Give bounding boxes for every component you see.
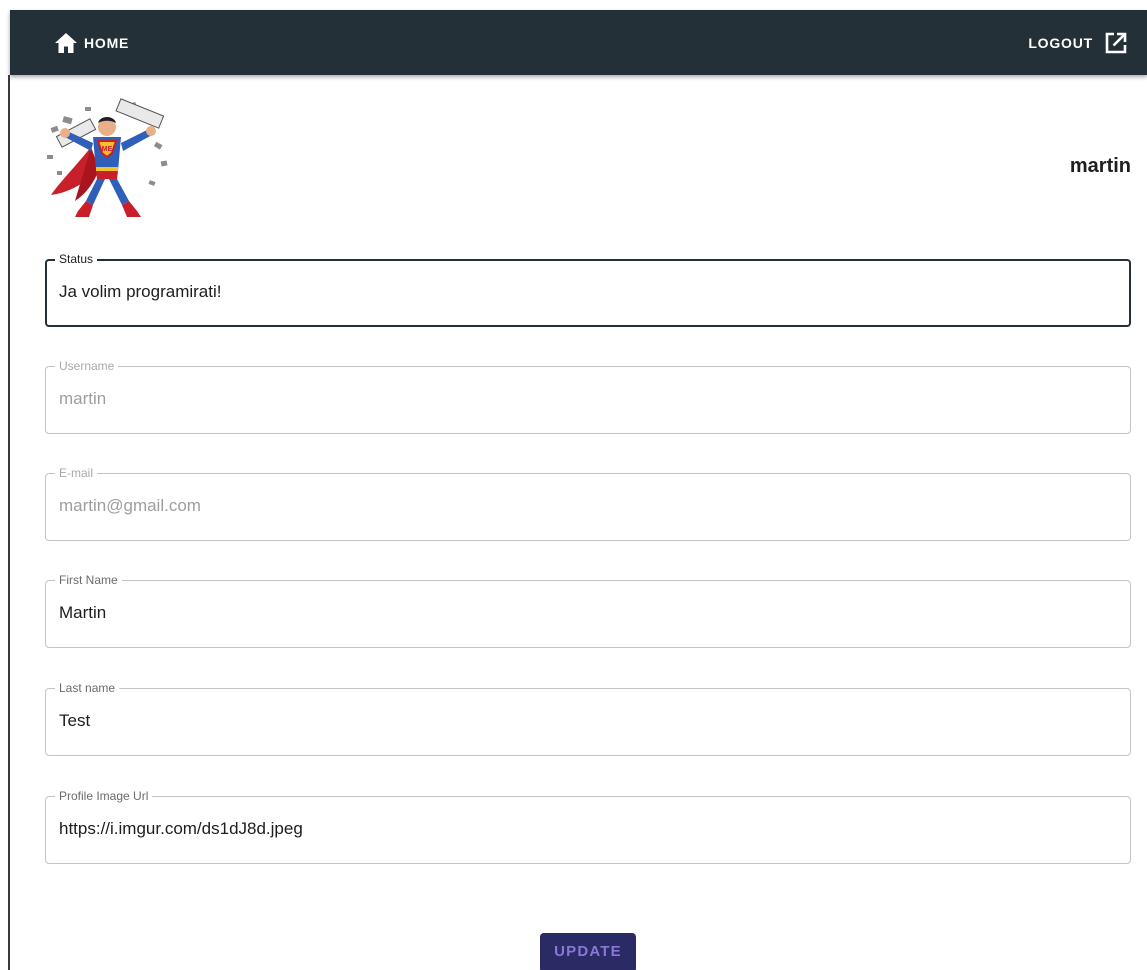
svg-text:ME: ME bbox=[102, 146, 113, 153]
profile-page: HOME LOGOUT ME martin Status Ja volim pr… bbox=[0, 0, 1147, 970]
update-button-label: UPDATE bbox=[554, 943, 622, 960]
home-icon bbox=[54, 32, 78, 54]
last-name-input[interactable]: Test bbox=[59, 711, 90, 731]
status-field[interactable]: Status Ja volim programirati! bbox=[45, 252, 1131, 327]
profile-image-url-field[interactable]: Profile Image Url https://i.imgur.com/ds… bbox=[45, 789, 1131, 864]
profile-avatar: ME bbox=[45, 97, 173, 221]
logout-label: LOGOUT bbox=[1028, 34, 1093, 51]
top-navigation-bar: HOME LOGOUT bbox=[10, 10, 1147, 75]
first-name-input[interactable]: Martin bbox=[59, 603, 106, 623]
email-input: martin@gmail.com bbox=[59, 496, 201, 515]
username-field: Username martin bbox=[45, 359, 1131, 434]
open-in-new-icon bbox=[1105, 32, 1127, 54]
update-button[interactable]: UPDATE bbox=[540, 933, 636, 970]
username-label: Username bbox=[55, 359, 119, 374]
email-label: E-mail bbox=[55, 466, 98, 481]
status-input[interactable]: Ja volim programirati! bbox=[59, 282, 222, 302]
home-button[interactable]: HOME bbox=[54, 10, 129, 75]
first-name-label: First Name bbox=[55, 573, 122, 588]
email-field: E-mail martin@gmail.com bbox=[45, 466, 1131, 541]
first-name-field[interactable]: First Name Martin bbox=[45, 573, 1131, 648]
home-label: HOME bbox=[84, 34, 130, 51]
logout-button[interactable]: LOGOUT bbox=[1028, 10, 1127, 75]
last-name-label: Last name bbox=[55, 681, 120, 696]
status-label: Status bbox=[55, 252, 98, 267]
profile-image-url-label: Profile Image Url bbox=[55, 789, 153, 804]
last-name-field[interactable]: Last name Test bbox=[45, 681, 1131, 756]
profile-username-heading: martin bbox=[1069, 155, 1131, 177]
username-input: martin bbox=[59, 389, 107, 408]
profile-image-url-input[interactable]: https://i.imgur.com/ds1dJ8d.jpeg bbox=[59, 819, 303, 839]
left-edge-divider bbox=[8, 75, 10, 970]
